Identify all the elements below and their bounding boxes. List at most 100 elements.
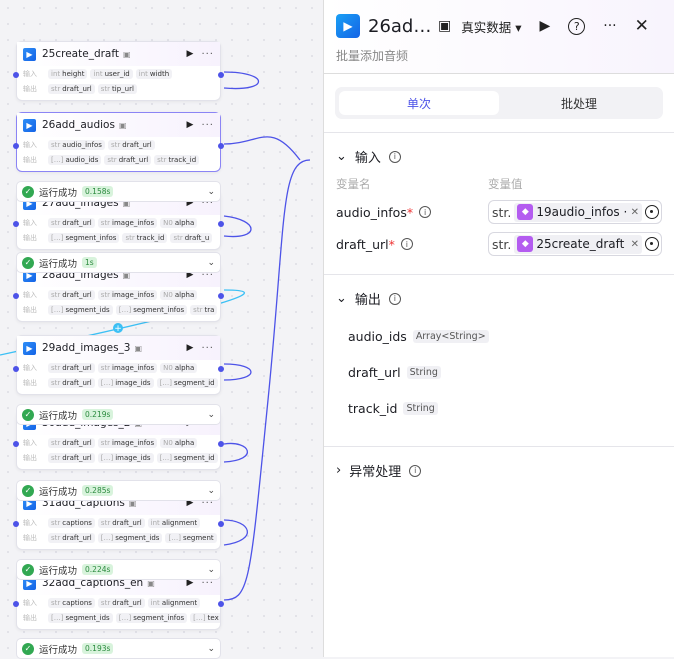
param-name: draft_url [62,84,92,93]
run-node-icon[interactable]: ▶ [187,49,194,59]
param-tag: str draft_url [104,154,152,165]
tab-single[interactable]: 单次 [339,91,499,115]
input-port[interactable] [13,601,19,607]
plugin-icon: ▣ [134,343,143,353]
more-icon[interactable]: ··· [201,120,214,131]
workflow-node[interactable]: ▶ 26add_audios ▣ ▶ ··· 输入 str audio_infos str dr… [13,112,224,172]
output-label: 输出 [23,84,37,93]
param-tag: […] segment_infos [115,612,188,623]
variable-value-field[interactable]: str.◆19audio_infos · i…✕ [488,200,662,224]
plugin-icon: ▣ [123,49,131,59]
dataset-icon[interactable]: ▣ [438,18,451,34]
workflow-node[interactable]: ▶ 29add_images_3 ▣ ▶ ··· 输入 str draft_url str im… [13,335,224,395]
reference-chip[interactable]: ◆19audio_infos · i…✕ [514,202,642,222]
param-name: segment [182,533,214,542]
run-time-badge: 0.285s [82,485,114,496]
param-name: draft_url [62,438,92,447]
output-port[interactable] [218,601,224,607]
run-status-bar[interactable]: ✓ 运行成功 0.285s ⌄ [16,480,221,501]
variable-picker-icon[interactable] [645,205,659,219]
info-icon[interactable]: i [409,464,422,477]
output-port[interactable] [218,221,224,227]
status-label: 运行成功 [39,486,78,498]
variable-picker-icon[interactable] [645,237,659,251]
run-node-icon[interactable]: ▶ [187,343,194,353]
workflow-node[interactable]: ▶ 25create_draft ▣ ▶ ··· 输入 int height int user_… [13,41,224,101]
input-port[interactable] [13,72,19,78]
more-icon[interactable]: ··· [201,343,214,354]
chevron-down-icon[interactable]: ⌄ [207,644,215,654]
run-status-bar[interactable]: ✓ 运行成功 0.219s ⌄ [16,404,221,425]
param-tag: […] segment_infos [115,304,188,315]
plugin-logo-icon: ▶ [336,14,360,38]
chevron-down-icon[interactable]: ⌄ [207,258,215,268]
param-name: draft_url [112,518,142,527]
input-port[interactable] [13,441,19,447]
output-label: 输出 [23,533,37,542]
more-icon[interactable]: ··· [603,18,616,34]
info-icon[interactable]: i [388,292,401,305]
input-port[interactable] [13,221,19,227]
output-port[interactable] [218,521,224,527]
output-section: ⌄ 输出 i audio_ids Array<String> draft_url Stri… [324,274,674,446]
param-type: str [100,518,111,527]
input-port[interactable] [13,521,19,527]
plugin-icon: ▣ [118,120,127,130]
param-tag: int alignment [147,517,201,528]
param-type: str [100,598,111,607]
output-label: 输出 [23,613,37,622]
chevron-down-icon[interactable]: ⌄ [207,565,215,575]
output-port[interactable] [218,72,224,78]
chevron-down-icon[interactable]: ⌄ [207,410,215,420]
run-status-bar[interactable]: ✓ 运行成功 0.158s ⌄ [16,181,221,202]
chevron-down-icon[interactable]: ⌄ [207,187,215,197]
param-name: draft_url [62,218,92,227]
param-name: tip_url [112,84,134,93]
close-icon[interactable]: ✕ [635,16,649,36]
data-mode-select[interactable]: 真实数据 ▾ [461,17,521,36]
param-tag: int height [48,68,88,79]
chevron-down-icon[interactable]: ⌄ [207,486,215,496]
output-port[interactable] [218,441,224,447]
param-name: segment_ids [115,533,160,542]
tab-batch[interactable]: 批处理 [499,91,659,115]
info-icon[interactable]: i [400,238,413,250]
run-status-bar[interactable]: ✓ 运行成功 1s ⌄ [16,252,221,273]
param-tag: N0 alpha [160,217,198,228]
chevron-down-icon[interactable]: ⌄ [336,291,347,306]
more-icon[interactable]: ··· [201,49,214,60]
param-name: track_id [168,155,197,164]
input-port[interactable] [13,366,19,372]
input-port[interactable] [13,143,19,149]
output-port[interactable] [218,293,224,299]
help-icon[interactable]: ? [568,17,586,35]
param-type: […] [118,305,132,314]
param-type: N0 [163,438,173,447]
run-icon[interactable]: ▶ [540,18,551,34]
remove-icon[interactable]: ✕ [631,239,639,250]
input-label: 输入 [23,438,37,447]
info-icon[interactable]: i [388,150,401,163]
chevron-down-icon[interactable]: ⌄ [336,149,347,164]
input-port[interactable] [13,293,19,299]
param-type: […] [51,155,64,164]
param-name: segment_ids [65,305,110,314]
panel-subtitle: 批量添加音频 [336,49,409,63]
remove-icon[interactable]: ✕ [631,207,639,218]
output-port[interactable] [218,143,224,149]
type-prefix: str. [492,236,512,252]
run-status-bar[interactable]: ✓ 运行成功 0.224s ⌄ [16,559,221,580]
info-icon[interactable]: i [419,206,432,218]
param-type: N0 [163,290,173,299]
output-port[interactable] [218,366,224,372]
workflow-canvas[interactable]: + ▶ 25create_draft ▣ ▶ ··· 输入 int height int use… [0,0,323,659]
error-handling-section[interactable]: › 异常处理 i [324,446,674,494]
param-name: segment_infos [65,233,117,242]
run-status-bar[interactable]: ✓ 运行成功 0.193s ⌄ [16,638,221,659]
param-type: str [51,518,61,527]
param-tag: int alignment [147,597,201,608]
run-node-icon[interactable]: ▶ [187,120,194,130]
variable-value-field[interactable]: str. ◆25create_draft · d ✕ [488,232,662,256]
reference-chip[interactable]: ◆25create_draft · d ✕ [514,234,642,254]
chevron-right-icon[interactable]: › [336,463,341,478]
